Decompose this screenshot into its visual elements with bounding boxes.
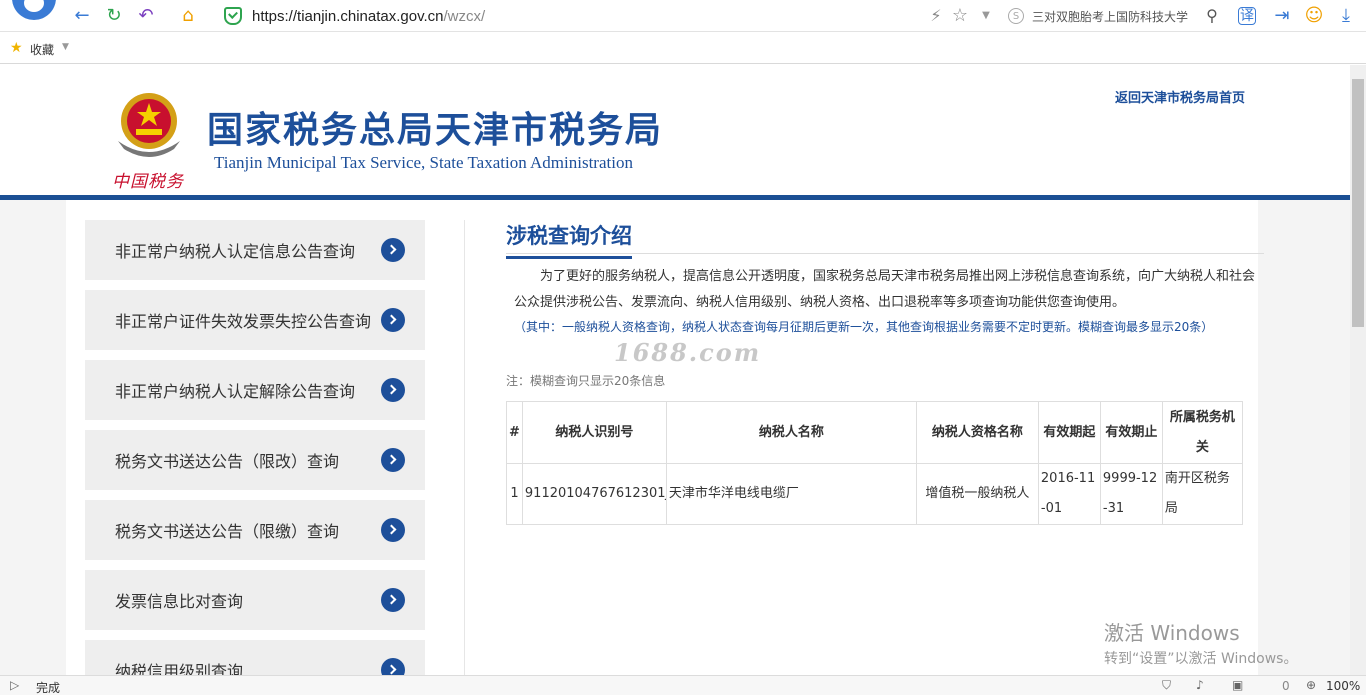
bookmark-star-icon: ★ [10,40,23,56]
search-suggestion: 三对双胞胎考上国防科技大学 [1032,9,1189,24]
image-watermark: 1688.com [614,338,762,367]
status-text: 完成 [36,681,61,695]
site-title: 国家税务总局天津市税务局 [207,110,664,151]
sidebar-item-invoice-compare[interactable]: 发票信息比对查询 [85,570,425,630]
play-icon[interactable]: ▷ [10,678,19,692]
result-table: # 纳税人识别号 纳税人名称 纳税人资格名称 有效期起 有效期止 所属税务机关 … [506,401,1243,525]
scroll-thumb[interactable] [1352,79,1364,327]
translate-icon[interactable]: 译 [1238,7,1256,25]
zoom-level[interactable]: 100% [1326,679,1360,693]
valid-from-cell: 2016-11-01 [1037,463,1101,525]
activation-title: 激活 Windows [1104,621,1240,645]
sidebar-item-document-correction[interactable]: 税务文书送达公告（限改）查询 [85,430,425,490]
site-subtitle: Tianjin Municipal Tax Service, State Tax… [214,153,633,172]
column-header: # [506,401,523,464]
national-emblem-icon [118,93,180,157]
refresh-icon[interactable]: ↻ [102,4,126,28]
windows-activation-watermark: 激活 Windows 转到“设置”以激活 Windows。 [1104,617,1297,668]
column-divider [464,220,465,675]
row-index: 1 [506,463,523,525]
search-box[interactable]: S 三对双胞胎考上国防科技大学 [1008,4,1224,28]
qualification-cell: 增值税一般纳税人 [915,463,1039,525]
sidebar-item-invoice-invalid[interactable]: 非正常户证件失效发票失控公告查询 [85,290,425,350]
table-header-row: # 纳税人识别号 纳税人名称 纳税人资格名称 有效期起 有效期止 所属税务机关 [506,401,1243,464]
search-engine-icon: S [1008,8,1024,24]
taxpayer-name-cell: 天津市华洋电线电缆厂 [665,463,917,525]
url-text: https://tianjin.chinatax.gov.cn/wzcx/ [252,7,486,25]
sidebar-item-label: 税务文书送达公告（限改）查询 [115,452,340,471]
sidebar-toggle-icon[interactable]: ⇥ [1270,4,1294,28]
chevron-right-icon [381,238,405,262]
chevron-right-icon [381,448,405,472]
star-icon[interactable]: ☆ [948,4,972,28]
page: 中国税务 国家税务总局天津市税务局 Tianjin Municipal Tax … [0,65,1350,675]
sidebar-item-label: 发票信息比对查询 [115,592,244,611]
sidebar-item-label: 非正常户纳税人认定信息公告查询 [115,242,356,261]
shield-icon[interactable]: ⛉ [1162,678,1171,693]
column-header: 纳税人识别号 [521,401,667,464]
zoom-icon[interactable]: ⊕ [1306,678,1316,692]
chevron-right-icon [381,658,405,675]
sidebar-item-label: 非正常户证件失效发票失控公告查询 [115,312,372,331]
sidebar-item-label: 纳税信用级别查询 [115,662,244,675]
search-icon[interactable]: ⚲ [1200,4,1224,28]
sidebar-item-label: 非正常户纳税人认定解除公告查询 [115,382,356,401]
sidebar-item-abnormal-taxpayer[interactable]: 非正常户纳税人认定信息公告查询 [85,220,425,280]
column-header: 纳税人名称 [665,401,917,464]
bookmarks-button[interactable]: 收藏 [30,41,54,58]
back-arrow-icon[interactable]: ← [70,4,94,28]
valid-to-cell: 9999-12-31 [1099,463,1163,525]
home-icon[interactable]: ⌂ [176,4,200,28]
browser-toolbar: ← ↻ ↶ ⌂ https://tianjin.chinatax.gov.cn/… [0,0,1366,32]
address-bar[interactable]: https://tianjin.chinatax.gov.cn/wzcx/ [218,4,908,28]
speaker-icon[interactable]: ♪ [1196,678,1204,692]
secure-shield-icon [224,7,242,25]
sidebar-item-label: 税务文书送达公告（限缴）查询 [115,522,340,541]
bookmarks-bar: ★ 收藏 ▼ [0,32,1366,64]
tax-office-cell: 南开区税务局 [1161,463,1243,525]
intro-paragraph: 为了更好的服务纳税人，提高信息公开透明度，国家税务总局天津市税务局推出网上涉税信… [514,269,1256,310]
chevron-right-icon [381,308,405,332]
content-area: 非正常户纳税人认定信息公告查询 非正常户证件失效发票失控公告查询 非正常户纳税人… [66,200,1264,675]
lightning-icon[interactable]: ⚡ [924,4,948,28]
status-bar: ▷ 完成 ⛉ ♪ ▣ 0 ⊕ 100% [0,675,1366,695]
column-header: 所属税务机关 [1161,401,1243,464]
chevron-right-icon [381,518,405,542]
column-header: 有效期起 [1037,401,1101,464]
download-icon[interactable]: ⤓ [1334,4,1358,28]
activation-subtitle: 转到“设置”以激活 Windows。 [1104,651,1298,667]
ad-block-count[interactable]: 0 [1282,679,1290,693]
undo-icon[interactable]: ↶ [134,4,158,28]
browser-logo-icon[interactable] [12,0,56,20]
table-row: 1 91120104767612301J 天津市华洋电线电缆厂 增值税一般纳税人… [506,463,1243,525]
column-header: 纳税人资格名称 [915,401,1039,464]
site-header: 中国税务 国家税务总局天津市税务局 Tianjin Municipal Tax … [0,65,1350,195]
home-link[interactable]: 返回天津市税务局首页 [1115,87,1245,106]
column-header: 有效期止 [1099,401,1163,464]
chevron-right-icon [381,378,405,402]
chevron-down-icon[interactable]: ▼ [974,4,998,28]
update-note: （其中：一般纳税人资格查询，纳税人状态查询每月征期后更新一次，其他查询根据业务需… [514,320,1214,334]
sidebar-item-credit-level[interactable]: 纳税信用级别查询 [85,640,425,675]
vertical-scrollbar[interactable] [1350,65,1366,675]
sidebar-item-document-payment[interactable]: 税务文书送达公告（限缴）查询 [85,500,425,560]
sidebar-item-abnormal-release[interactable]: 非正常户纳税人认定解除公告查询 [85,360,425,420]
title-rule [506,253,1264,254]
emoji-menu-icon[interactable]: ☺ [1302,4,1326,28]
chevron-right-icon [381,588,405,612]
fuzzy-query-note: 注：模糊查询只显示20条信息 [506,374,666,388]
taxpayer-id-cell: 91120104767612301J [521,463,667,525]
window-icon[interactable]: ▣ [1232,678,1243,692]
emblem-caption: 中国税务 [112,172,184,192]
chevron-down-icon[interactable]: ▼ [62,42,69,52]
